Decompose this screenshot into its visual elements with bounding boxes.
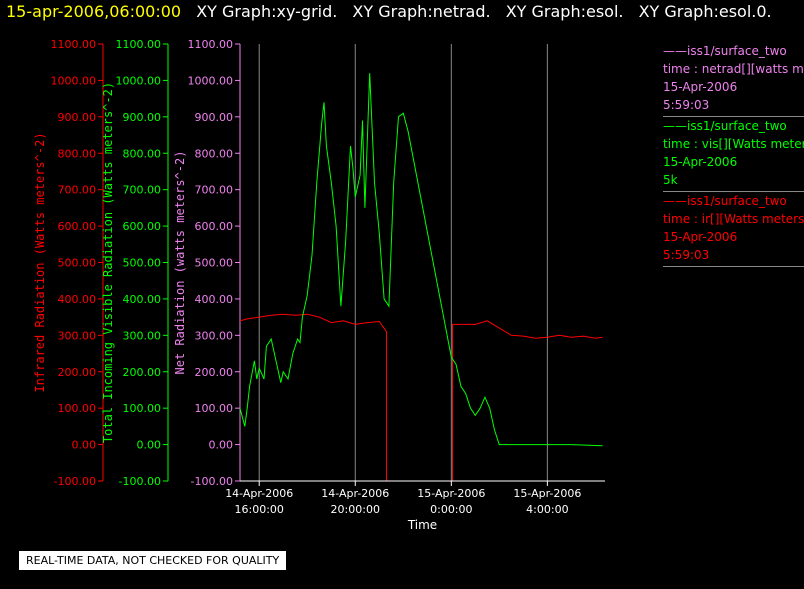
legend-entry-vis[interactable]: ——iss1/surface_two time : vis[][Watts me… [663,117,804,192]
y-tick-label: 1100.00 [188,38,234,51]
y-axis-label: Net Radiation (watts meters^-2) [173,151,187,375]
y-tick-label: 500.00 [58,257,97,270]
legend-entry-netrad[interactable]: ——iss1/surface_two time : netrad[][watts… [663,42,804,117]
y-tick-label: 100.00 [123,402,162,415]
y-tick-label: 800.00 [195,147,234,160]
y-tick-label: 0.00 [137,439,162,452]
legend-ir-time: 5:59:03 [663,248,710,262]
y-tick-label: 700.00 [123,184,162,197]
y-tick-label: -100.00 [54,475,96,488]
y-tick-label: 400.00 [195,293,234,306]
x-tick-label: 20:00:00 [331,503,380,516]
y-tick-label: 900.00 [58,111,97,124]
y-tick-label: 900.00 [195,111,234,124]
x-tick-label: 14-Apr-2006 [321,487,389,500]
y-tick-label: 600.00 [195,220,234,233]
y-tick-label: 1000.00 [116,74,162,87]
x-tick-label: 14-Apr-2006 [225,487,293,500]
y-tick-label: 300.00 [123,329,162,342]
x-tick-label: 16:00:00 [235,503,284,516]
y-tick-label: 700.00 [58,184,97,197]
y-tick-label: 900.00 [123,111,162,124]
y-tick-label: 700.00 [195,184,234,197]
y-tick-label: 100.00 [58,402,97,415]
x-tick-label: 0:00:00 [430,503,472,516]
y-tick-label: 800.00 [58,147,97,160]
x-axis-label: Time [407,518,437,532]
y-tick-label: 600.00 [58,220,97,233]
legend-vis-source: ——iss1/surface_two [663,119,787,133]
y-tick-label: 600.00 [123,220,162,233]
quality-notice: REAL-TIME DATA, NOT CHECKED FOR QUALITY [19,551,287,570]
y-tick-label: 0.00 [72,439,97,452]
x-tick-label: 15-Apr-2006 [417,487,485,500]
y-tick-label: 400.00 [58,293,97,306]
y-tick-label: 1100.00 [51,38,97,51]
legend-netrad-date: 15-Apr-2006 [663,80,738,94]
legend-netrad-variable: time : netrad[][watts meters^-2] [663,62,804,76]
y-tick-label: -100.00 [119,475,161,488]
legend-ir-variable: time : ir[][Watts meters^-2] [663,212,804,226]
y-tick-label: 1100.00 [116,38,162,51]
legend: ——iss1/surface_two time : netrad[][watts… [663,42,804,267]
legend-ir-source: ——iss1/surface_two [663,194,787,208]
x-tick-label: 4:00:00 [526,503,568,516]
series-line-ir [239,313,603,482]
legend-vis-variable: time : vis[][Watts meters^-2] [663,137,804,151]
y-tick-label: 200.00 [123,366,162,379]
y-tick-label: 800.00 [123,147,162,160]
legend-entry-ir[interactable]: ——iss1/surface_two time : ir[][Watts met… [663,192,804,267]
y-tick-label: 100.00 [195,402,234,415]
x-tick-label: 15-Apr-2006 [513,487,581,500]
legend-ir-date: 15-Apr-2006 [663,230,738,244]
legend-netrad-source: ——iss1/surface_two [663,44,787,58]
series-line-vis [239,73,603,447]
y-tick-label: 300.00 [58,329,97,342]
legend-netrad-time: 5:59:03 [663,98,710,112]
y-tick-label: 500.00 [195,257,234,270]
y-tick-label: 0.00 [209,439,234,452]
legend-vis-date: 15-Apr-2006 [663,155,738,169]
legend-vis-time: 5k [663,173,678,187]
y-tick-label: 1000.00 [188,74,234,87]
y-tick-label: 1000.00 [51,74,97,87]
y-axis-label: Infrared Radiation (Watts meters^-2) [33,132,47,392]
y-tick-label: 200.00 [58,366,97,379]
y-tick-label: 400.00 [123,293,162,306]
y-tick-label: 200.00 [195,366,234,379]
y-tick-label: 300.00 [195,329,234,342]
y-axis-label: Total Incoming Visible Radiation (Watts … [101,82,115,443]
y-tick-label: 500.00 [123,257,162,270]
